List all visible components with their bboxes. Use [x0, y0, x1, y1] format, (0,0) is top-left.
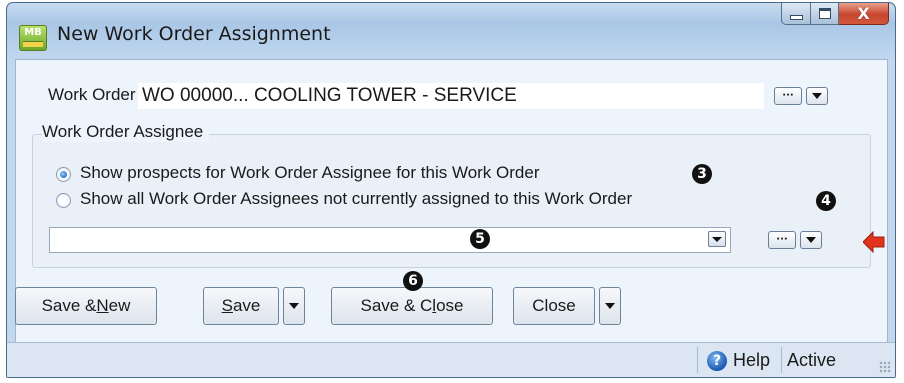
save-new-label-b: ew — [108, 296, 131, 315]
assignee-combo[interactable] — [49, 227, 731, 253]
close-window-button[interactable]: X — [839, 3, 889, 25]
maximize-button[interactable] — [811, 3, 839, 25]
help-icon[interactable]: ? — [707, 351, 727, 371]
radio-show-prospects[interactable] — [56, 167, 71, 182]
option-show-all-label[interactable]: Show all Work Order Assignees not curren… — [80, 189, 632, 209]
save-close-label-b: ose — [436, 296, 464, 315]
chevron-down-icon — [812, 93, 822, 99]
work-order-lookup-button[interactable]: ··· — [774, 87, 802, 105]
radio-show-all[interactable] — [56, 193, 71, 208]
title-bar[interactable]: MB New Work Order Assignment X — [7, 3, 895, 59]
caption-buttons: X — [781, 3, 889, 27]
close-icon: X — [857, 3, 870, 23]
assignee-lookup-button[interactable]: ··· — [768, 231, 796, 249]
status-separator — [697, 347, 698, 373]
minimize-button[interactable] — [781, 3, 811, 25]
chevron-down-icon — [712, 236, 722, 242]
work-order-field[interactable]: WO 00000... COOLING TOWER - SERVICE — [138, 83, 764, 109]
close-button[interactable]: Close — [513, 287, 595, 325]
app-icon: MB — [19, 25, 47, 51]
callout-3: 3 — [692, 164, 712, 184]
help-link[interactable]: Help — [733, 350, 770, 371]
work-order-dropdown-button[interactable] — [806, 87, 828, 105]
save-mnemonic: S — [221, 296, 233, 315]
chevron-down-icon — [289, 303, 299, 309]
save-new-label-a: Save & — [41, 296, 97, 315]
save-close-label-a: Save & C — [360, 296, 433, 315]
option-show-prospects-label[interactable]: Show prospects for Work Order Assignee f… — [80, 163, 539, 183]
chevron-down-icon — [806, 237, 816, 243]
status-bar: ? Help Active — [7, 342, 895, 377]
app-icon-label: MB — [24, 27, 42, 38]
save-label-b: ave — [232, 296, 261, 315]
dialog-window: MB New Work Order Assignment X Work Orde… — [6, 2, 896, 378]
assignee-group-legend: Work Order Assignee — [42, 122, 210, 142]
resize-grip-icon[interactable] — [879, 361, 891, 373]
red-arrow-icon — [863, 231, 885, 253]
chevron-down-icon — [605, 303, 615, 309]
save-button[interactable]: Save — [203, 287, 279, 325]
assignee-combo-dropdown[interactable] — [708, 231, 726, 247]
close-options-button[interactable] — [599, 287, 621, 325]
assignee-dropdown-button[interactable] — [800, 231, 822, 249]
work-order-label: Work Order — [48, 85, 136, 104]
save-new-button[interactable]: Save & New — [15, 287, 157, 325]
minimize-icon — [789, 15, 803, 20]
callout-6: 6 — [403, 271, 423, 291]
maximize-icon — [818, 8, 831, 19]
save-options-button[interactable] — [283, 287, 305, 325]
callout-4: 4 — [816, 191, 836, 211]
window-title: New Work Order Assignment — [57, 23, 331, 45]
status-active: Active — [787, 350, 837, 370]
callout-5: 5 — [470, 229, 490, 249]
status-separator — [781, 347, 782, 373]
save-new-mnemonic: N — [96, 296, 109, 315]
save-close-button[interactable]: Save & Cl ose — [331, 287, 493, 325]
